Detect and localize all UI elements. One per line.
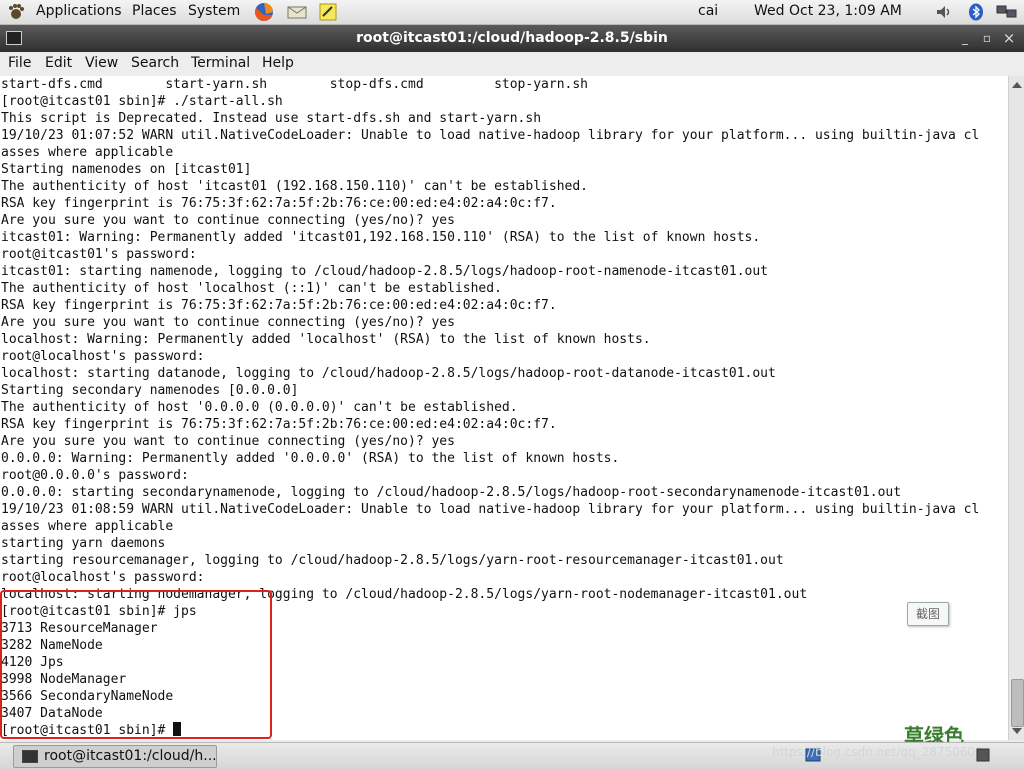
firefox-icon[interactable]: [254, 2, 274, 22]
terminal-line: localhost: Warning: Permanently added 'l…: [1, 332, 651, 347]
menu-file[interactable]: File: [8, 55, 31, 71]
terminal-line: Are you sure you want to continue connec…: [1, 213, 455, 228]
network-icon[interactable]: [995, 3, 1019, 21]
menu-help[interactable]: Help: [262, 55, 294, 71]
top-panel: Applications Places System cai Wed Oct 2…: [0, 0, 1024, 25]
terminal-line: itcast01: Warning: Permanently added 'it…: [1, 230, 761, 245]
gnome-foot-icon[interactable]: [7, 3, 25, 21]
terminal-line: RSA key fingerprint is 76:75:3f:62:7a:5f…: [1, 196, 557, 211]
terminal-line: asses where applicable: [1, 519, 174, 534]
terminal-line: 3407 DataNode: [1, 706, 103, 721]
text-cursor: [173, 722, 182, 736]
vertical-scrollbar[interactable]: [1008, 76, 1024, 740]
terminal-line: The authenticity of host '0.0.0.0 (0.0.0…: [1, 400, 518, 415]
terminal-line: start-dfs.cmd start-yarn.sh stop-dfs.cmd…: [1, 77, 588, 92]
clock[interactable]: Wed Oct 23, 1:09 AM: [754, 3, 902, 19]
minimize-button[interactable]: _: [957, 30, 973, 46]
terminal-line: Starting namenodes on [itcast01]: [1, 162, 252, 177]
bottom-panel: root@itcast01:/cloud/h... https://blog.c…: [0, 742, 1024, 769]
menu-view[interactable]: View: [85, 55, 118, 71]
terminal-line: starting yarn daemons: [1, 536, 166, 551]
terminal-line: [root@itcast01 sbin]# ./start-all.sh: [1, 94, 283, 109]
window-title: root@itcast01:/cloud/hadoop-2.8.5/sbin: [356, 30, 668, 46]
window-titlebar[interactable]: root@itcast01:/cloud/hadoop-2.8.5/sbin _…: [0, 25, 1024, 52]
trash-icon[interactable]: [975, 748, 991, 762]
terminal-line: 0.0.0.0: starting secondarynamenode, log…: [1, 485, 902, 500]
taskbar-window-label: root@itcast01:/cloud/h...: [44, 748, 217, 764]
screenshot-button[interactable]: 截图: [907, 602, 949, 626]
scroll-up-arrow-icon[interactable]: [1012, 82, 1022, 88]
menu-edit[interactable]: Edit: [45, 55, 72, 71]
terminal-line: root@localhost's password:: [1, 570, 205, 585]
menu-terminal[interactable]: Terminal: [191, 55, 250, 71]
scroll-down-arrow-icon[interactable]: [1012, 728, 1022, 734]
terminal-line: 3998 NodeManager: [1, 672, 127, 687]
terminal-line: root@0.0.0.0's password:: [1, 468, 189, 483]
terminal-output[interactable]: start-dfs.cmd start-yarn.sh stop-dfs.cmd…: [0, 76, 1008, 740]
watermark-url: https://blog.csdn.net/qq_28750600: [772, 745, 983, 759]
maximize-button[interactable]: ▫: [979, 30, 995, 46]
system-menu[interactable]: System: [188, 3, 240, 19]
terminal-lines: start-dfs.cmd start-yarn.sh stop-dfs.cmd…: [1, 76, 979, 739]
terminal-line: Are you sure you want to continue connec…: [1, 315, 455, 330]
terminal-line: root@localhost's password:: [1, 349, 205, 364]
terminal-line: localhost: starting datanode, logging to…: [1, 366, 776, 381]
taskbar-window-button[interactable]: root@itcast01:/cloud/h...: [13, 745, 217, 768]
terminal-line: 3282 NameNode: [1, 638, 103, 653]
terminal-line: Starting secondary namenodes [0.0.0.0]: [1, 383, 299, 398]
text-editor-icon[interactable]: [319, 3, 337, 21]
terminal-prompt-line[interactable]: [root@itcast01 sbin]#: [1, 722, 979, 739]
terminal-window-icon: [22, 750, 38, 763]
terminal-line: 3566 SecondaryNameNode: [1, 689, 174, 704]
close-button[interactable]: ×: [1001, 30, 1017, 46]
bluetooth-icon[interactable]: [967, 3, 985, 21]
menubar: File Edit View Search Terminal Help: [0, 52, 1024, 77]
terminal-line: Are you sure you want to continue connec…: [1, 434, 455, 449]
terminal-line: RSA key fingerprint is 76:75:3f:62:7a:5f…: [1, 298, 557, 313]
terminal-line: root@itcast01's password:: [1, 247, 197, 262]
terminal-line: localhost: starting nodemanager, logging…: [1, 587, 808, 602]
volume-icon[interactable]: [935, 3, 953, 21]
terminal-line: 4120 Jps: [1, 655, 64, 670]
terminal-line: asses where applicable: [1, 145, 174, 160]
applications-menu[interactable]: Applications: [36, 3, 122, 19]
mail-icon[interactable]: [286, 3, 308, 21]
user-name[interactable]: cai: [698, 3, 718, 19]
shell-prompt: [root@itcast01 sbin]#: [1, 723, 174, 738]
scrollbar-thumb[interactable]: [1011, 679, 1024, 727]
terminal-line: [root@itcast01 sbin]# jps: [1, 604, 197, 619]
terminal-line: 19/10/23 01:07:52 WARN util.NativeCodeLo…: [1, 128, 980, 143]
terminal-line: 3713 ResourceManager: [1, 621, 158, 636]
terminal-line: RSA key fingerprint is 76:75:3f:62:7a:5f…: [1, 417, 557, 432]
terminal-line: The authenticity of host 'itcast01 (192.…: [1, 179, 588, 194]
terminal-line: 19/10/23 01:08:59 WARN util.NativeCodeLo…: [1, 502, 980, 517]
terminal-line: starting resourcemanager, logging to /cl…: [1, 553, 784, 568]
terminal-line: This script is Deprecated. Instead use s…: [1, 111, 542, 126]
terminal-line: itcast01: starting namenode, logging to …: [1, 264, 769, 279]
terminal-line: The authenticity of host 'localhost (::1…: [1, 281, 502, 296]
terminal-line: 0.0.0.0: Warning: Permanently added '0.0…: [1, 451, 620, 466]
places-menu[interactable]: Places: [132, 3, 177, 19]
menu-search[interactable]: Search: [131, 55, 179, 71]
